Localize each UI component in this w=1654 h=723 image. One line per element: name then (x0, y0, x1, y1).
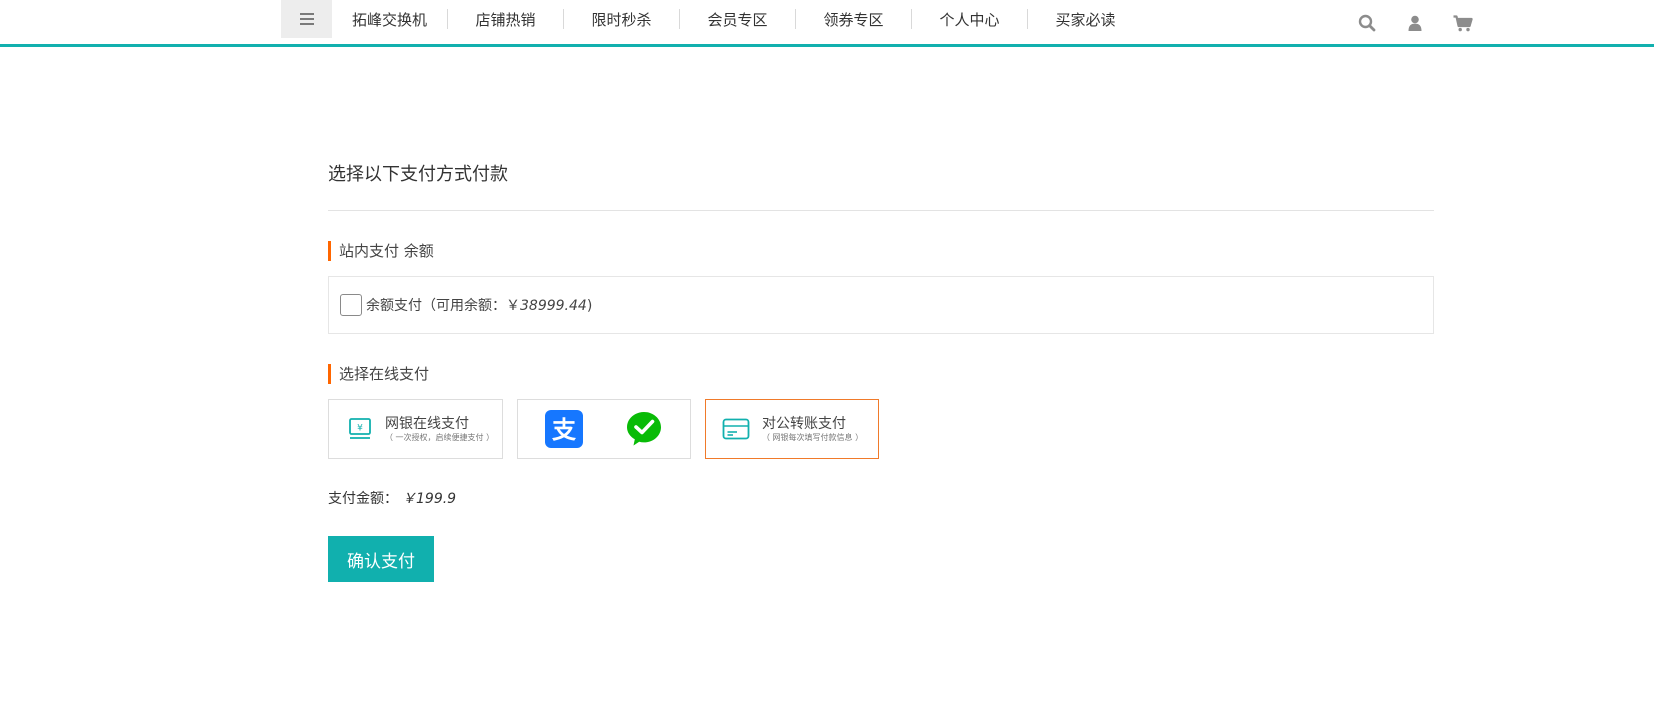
user-button[interactable] (1391, 10, 1439, 36)
online-payment-section-title: 选择在线支付 (328, 364, 429, 384)
balance-payment-box: 余额支付（可用余额：￥38999.44) (328, 276, 1434, 334)
wallet-payment-option: 支 (517, 399, 691, 459)
nav-item-flash-sale[interactable]: 限时秒杀 (564, 0, 679, 38)
main-nav: 拓峰交换机 店铺热销 限时秒杀 会员专区 领券专区 个人中心 买家必读 (332, 0, 1143, 38)
hamburger-icon (299, 13, 314, 25)
balance-payment-checkbox[interactable] (340, 294, 362, 316)
payment-options: ¥ 网银在线支付 （ 一次授权，启续便捷支付 ） 支 对公转账支付 （ 网银每次… (328, 399, 879, 459)
menu-toggle-button[interactable] (281, 0, 332, 38)
svg-text:¥: ¥ (357, 424, 363, 434)
corporate-transfer-label: 对公转账支付 (762, 415, 846, 432)
alipay-icon[interactable]: 支 (545, 410, 583, 448)
cart-icon (1453, 14, 1473, 31)
corporate-transfer-sublabel: （ 网银每次填写付款信息 ） (762, 432, 864, 442)
nav-item-coupon-zone[interactable]: 领券专区 (796, 0, 911, 38)
balance-label-suffix: ) (586, 298, 593, 314)
payment-amount-row: 支付金额： ￥199.9 (328, 488, 456, 508)
balance-label-text: 余额支付（可用余额：￥ (366, 298, 520, 314)
online-banking-sublabel: （ 一次授权，启续便捷支付 ） (385, 432, 495, 442)
search-icon (1358, 14, 1376, 32)
available-balance-amount: 38999.44 (520, 298, 587, 314)
header-actions (1343, 10, 1487, 36)
cart-button[interactable] (1439, 10, 1487, 36)
nav-item-member-zone[interactable]: 会员专区 (680, 0, 795, 38)
online-banking-option[interactable]: ¥ 网银在线支付 （ 一次授权，启续便捷支付 ） (328, 399, 503, 459)
corporate-transfer-option[interactable]: 对公转账支付 （ 网银每次填写付款信息 ） (705, 399, 879, 459)
nav-item-buyer-guide[interactable]: 买家必读 (1028, 0, 1143, 38)
payment-amount-label: 支付金额： (328, 491, 398, 507)
credit-card-icon (722, 418, 750, 440)
svg-text:支: 支 (552, 416, 577, 444)
nav-item-store-home[interactable]: 拓峰交换机 (332, 0, 447, 38)
page-title: 选择以下支付方式付款 (328, 164, 508, 185)
online-banking-label: 网银在线支付 (385, 415, 469, 432)
balance-payment-label: 余额支付（可用余额：￥38999.44) (366, 295, 592, 315)
balance-section-title: 站内支付 余额 (328, 241, 434, 261)
top-navigation-bar: 拓峰交换机 店铺热销 限时秒杀 会员专区 领券专区 个人中心 买家必读 (0, 0, 1654, 47)
wechat-pay-icon[interactable] (625, 410, 663, 448)
bank-card-icon: ¥ (349, 418, 371, 439)
confirm-payment-button[interactable]: 确认支付 (328, 536, 434, 582)
search-button[interactable] (1343, 10, 1391, 36)
nav-item-hot-sales[interactable]: 店铺热销 (448, 0, 563, 38)
payment-amount-value: ￥199.9 (402, 491, 457, 507)
title-divider (328, 210, 1434, 211)
nav-item-personal-center[interactable]: 个人中心 (912, 0, 1027, 38)
user-icon (1408, 15, 1422, 31)
